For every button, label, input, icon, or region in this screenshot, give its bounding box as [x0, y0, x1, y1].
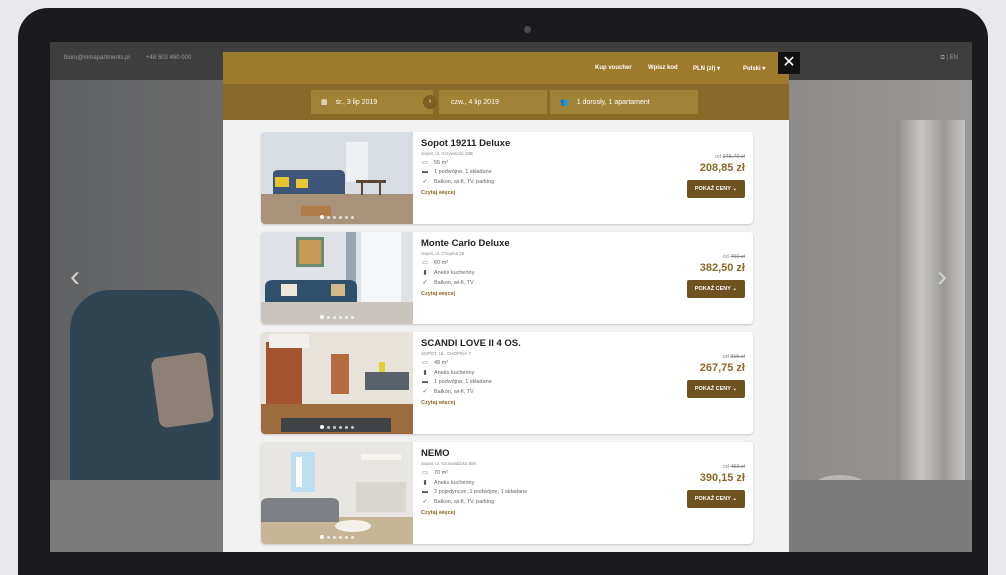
- listing-card[interactable]: Sopot 19211 Deluxe Sopot, ul. Grzywacza …: [261, 132, 753, 224]
- arrow-right-icon: ›: [423, 95, 437, 109]
- price: 390,15 zł: [699, 472, 745, 484]
- price: 267,75 zł: [699, 362, 745, 374]
- people-icon: 👥: [560, 99, 569, 106]
- read-more-link[interactable]: Czytaj więcej: [421, 190, 651, 196]
- price: 208,85 zł: [699, 162, 745, 174]
- listing-feature: ▮ Aneks kuchenny: [421, 269, 651, 277]
- listing-address: Sopot, ul. Grunwaldzka 88A: [421, 461, 477, 466]
- calendar-icon: ▦: [321, 99, 328, 106]
- search-bar: ▦ śr., 3 lip 2019 › czw., 4 lip 2019 👥 1…: [223, 84, 789, 120]
- camera-dot: [524, 26, 531, 33]
- old-price: od 245,70 zł: [715, 154, 745, 160]
- listing-address: Sopot, ul. Chopina 29: [421, 251, 465, 256]
- modal-header: Kup voucher Wpisz kod PLN (zł) ▾ Polski …: [223, 52, 789, 84]
- old-price: od 315 zł: [722, 354, 745, 360]
- listing-feature: ▬ 1 podwójne, 1 składane: [422, 379, 492, 385]
- listing-feature: ▭ 55 m²: [422, 159, 449, 167]
- listing-title[interactable]: SCANDI LOVE II 4 OS.: [421, 338, 651, 349]
- listing-card[interactable]: NEMO Sopot, ul. Grunwaldzka 88A ▭ 70 m² ▮…: [261, 442, 753, 544]
- booking-modal: Kup voucher Wpisz kod PLN (zł) ▾ Polski …: [223, 52, 789, 552]
- background-pillow: [150, 351, 215, 429]
- listing-feature: ▮ Aneks kuchenny: [421, 479, 651, 487]
- guests-field[interactable]: 👥 1 dorosły, 1 apartament: [550, 90, 698, 114]
- screen: biuro@mmapartments.pl +48 503 460 000 ⧉ …: [50, 42, 972, 552]
- show-prices-button[interactable]: POKAŻ CENY ⌄: [686, 380, 745, 398]
- bed-icon: ▬: [422, 379, 428, 385]
- read-more-link[interactable]: Czytaj więcej: [421, 510, 651, 516]
- area-icon: ▭: [422, 260, 428, 266]
- listing-photo[interactable]: [261, 332, 413, 434]
- read-more-link[interactable]: Czytaj więcej: [421, 291, 651, 297]
- show-prices-button[interactable]: POKAŻ CENY ⌄: [686, 280, 745, 298]
- price-box: od 459 zł 390,15 zł POKAŻ CENY ⌄: [686, 464, 745, 508]
- listing-title[interactable]: NEMO: [421, 448, 651, 459]
- check-icon: ✓: [422, 179, 428, 185]
- listing-feature: ▬ 2 pojedyncze, 1 podwójne, 1 składane: [422, 489, 528, 495]
- chevron-left-icon[interactable]: ‹: [70, 262, 80, 292]
- header-link-code[interactable]: Wpisz kod: [648, 65, 678, 71]
- listing-list: Sopot 19211 Deluxe Sopot, ul. Grzywacza …: [223, 120, 789, 552]
- bed-icon: ▬: [422, 169, 428, 175]
- listing-title[interactable]: Monte Carlo Deluxe: [421, 238, 651, 249]
- area-icon: ▭: [422, 160, 428, 166]
- background-language: ⧉ | EN: [940, 55, 958, 61]
- bed-icon: ▬: [422, 489, 428, 495]
- kitchen-icon: ▮: [423, 270, 427, 276]
- area-icon: ▭: [422, 360, 428, 366]
- listing-feature: ▮ Aneks kuchenny: [421, 369, 651, 377]
- price-box: od 450 zł 382,50 zł POKAŻ CENY ⌄: [686, 254, 745, 298]
- checkin-value: śr., 3 lip 2019: [335, 98, 378, 106]
- price-box: od 245,70 zł 208,85 zł POKAŻ CENY ⌄: [686, 154, 745, 198]
- show-prices-button[interactable]: POKAŻ CENY ⌄: [686, 180, 745, 198]
- listing-feature: ✓ Balkon, wi-fi, TV, parking: [422, 178, 495, 186]
- listing-photo[interactable]: [261, 132, 413, 224]
- listing-address: SOPOT, UL. CHOPINA 7: [421, 351, 472, 356]
- background-curtain: [900, 120, 965, 520]
- area-icon: ▭: [422, 470, 428, 476]
- show-prices-button[interactable]: POKAŻ CENY ⌄: [686, 490, 745, 508]
- listing-feature: ✓ Balkon, wi-fi, TV, parking: [422, 498, 495, 506]
- background-phone: +48 503 460 000: [146, 55, 192, 61]
- chevron-right-icon[interactable]: ›: [937, 262, 947, 292]
- checkout-value: czw., 4 lip 2019: [451, 98, 499, 106]
- listing-title[interactable]: Sopot 19211 Deluxe: [421, 138, 651, 149]
- close-icon[interactable]: ✕: [778, 52, 800, 74]
- listing-photo[interactable]: [261, 232, 413, 324]
- background-email: biuro@mmapartments.pl: [64, 55, 130, 61]
- listing-card[interactable]: SCANDI LOVE II 4 OS. SOPOT, UL. CHOPINA …: [261, 332, 753, 434]
- listing-feature: ✓ Balkon, wi-fi, TV: [422, 388, 474, 396]
- listing-feature: ✓ Balkon, wi-fi, TV: [422, 279, 474, 287]
- checkout-field[interactable]: czw., 4 lip 2019: [439, 90, 547, 114]
- old-price: od 459 zł: [722, 464, 745, 470]
- guests-value: 1 dorosły, 1 apartament: [576, 98, 650, 106]
- check-icon: ✓: [422, 499, 428, 505]
- header-language-select[interactable]: Polski ▾: [743, 65, 765, 72]
- check-icon: ✓: [422, 389, 428, 395]
- old-price: od 450 zł: [722, 254, 745, 260]
- listing-feature: ▭ 48 m²: [422, 359, 449, 367]
- check-icon: ✓: [422, 280, 428, 286]
- price: 382,50 zł: [699, 262, 745, 274]
- read-more-link[interactable]: Czytaj więcej: [421, 400, 651, 406]
- listing-address: Sopot, ul. Grzywacza 19B: [421, 151, 473, 156]
- header-link-voucher[interactable]: Kup voucher: [595, 65, 632, 71]
- listing-feature: ▭ 60 m²: [422, 259, 449, 267]
- header-currency-select[interactable]: PLN (zł) ▾: [693, 65, 720, 72]
- listing-feature: ▭ 70 m²: [422, 469, 449, 477]
- checkin-field[interactable]: ▦ śr., 3 lip 2019: [311, 90, 433, 114]
- kitchen-icon: ▮: [423, 480, 427, 486]
- listing-photo[interactable]: [261, 442, 413, 544]
- kitchen-icon: ▮: [423, 370, 427, 376]
- listing-feature: ▬ 1 podwójne, 1 składane: [422, 169, 492, 175]
- price-box: od 315 zł 267,75 zł POKAŻ CENY ⌄: [686, 354, 745, 398]
- listing-card[interactable]: Monte Carlo Deluxe Sopot, ul. Chopina 29…: [261, 232, 753, 324]
